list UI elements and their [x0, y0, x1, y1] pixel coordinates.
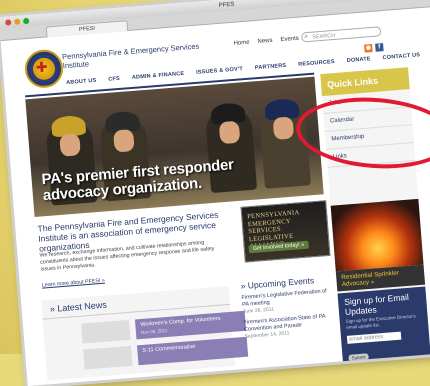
learn-more-link[interactable]: Learn more about PFESI »: [42, 278, 105, 289]
event-item[interactable]: Firemen's Legislative Federation of PA m…: [241, 288, 334, 316]
nav-donate[interactable]: DONATE: [347, 56, 371, 64]
nav-partners[interactable]: PARTNERS: [255, 63, 287, 71]
org-name[interactable]: Pennsylvania Fire & Emergency Services I…: [62, 41, 213, 71]
news-thumbnail[interactable]: [83, 345, 133, 370]
nav-resources[interactable]: RESOURCES: [298, 59, 335, 68]
nav-about-us[interactable]: ABOUT US: [66, 78, 97, 86]
top-links: Home News Events: [233, 36, 299, 47]
email-signup-panel: Sign up for Email Updates Sign up for th…: [337, 286, 430, 364]
search-icon: ⌕: [304, 32, 309, 41]
news-item[interactable]: S-11 Commemorative: [136, 336, 249, 366]
close-window-button[interactable]: [5, 19, 12, 26]
upcoming-events-panel: » Upcoming Events Firemen's Legislative …: [240, 274, 337, 345]
web-page: ✚ Pennsylvania Fire & Emergency Services…: [0, 5, 430, 381]
nav-contact-us[interactable]: CONTACT US: [382, 52, 420, 61]
event-item[interactable]: Firemen's Association State of PA Conven…: [243, 313, 336, 341]
latest-news-panel: » Latest News Workmen's Comp. for Volunt…: [41, 285, 249, 381]
browser-window: PFES PFESI ✚ Pennsylvania Fire & Emergen…: [0, 0, 430, 386]
star-icon: ✚: [35, 58, 49, 76]
news-item[interactable]: Workmen's Comp. for Volunteers Nov 08, 2…: [134, 310, 247, 340]
search-input[interactable]: ⌕ SEARCH: [300, 26, 382, 43]
nav-issues-govt[interactable]: ISSUES & GOV'T: [196, 66, 243, 76]
nav-admin-finance[interactable]: ADMIN & FINANCE: [132, 71, 185, 81]
submit-button[interactable]: Submit: [348, 352, 369, 362]
minimize-window-button[interactable]: [13, 18, 21, 25]
house-fire-image[interactable]: [330, 198, 424, 272]
maximize-window-button[interactable]: [22, 17, 30, 25]
nav-cfs[interactable]: CFS: [108, 76, 120, 83]
facebook-icon[interactable]: f: [375, 43, 384, 52]
news-thumbnail[interactable]: [81, 319, 131, 344]
pfesi-logo[interactable]: ✚: [23, 48, 65, 90]
top-link-news[interactable]: News: [257, 38, 272, 45]
top-link-home[interactable]: Home: [233, 40, 249, 47]
email-field[interactable]: email address: [346, 331, 402, 345]
social-links: ◉ f: [364, 43, 384, 53]
rss-icon[interactable]: ◉: [364, 43, 373, 53]
window-title: PFES: [218, 1, 235, 9]
legislative-alliance-banner[interactable]: PENNSYLVANIA EMERGENCY SERVICES LEGISLAT…: [240, 200, 331, 263]
search-placeholder: SEARCH: [312, 32, 336, 41]
hero-banner[interactable]: PA's premier first responder advocacy or…: [25, 76, 324, 217]
top-link-events[interactable]: Events: [280, 36, 299, 43]
window-controls: [5, 17, 30, 26]
